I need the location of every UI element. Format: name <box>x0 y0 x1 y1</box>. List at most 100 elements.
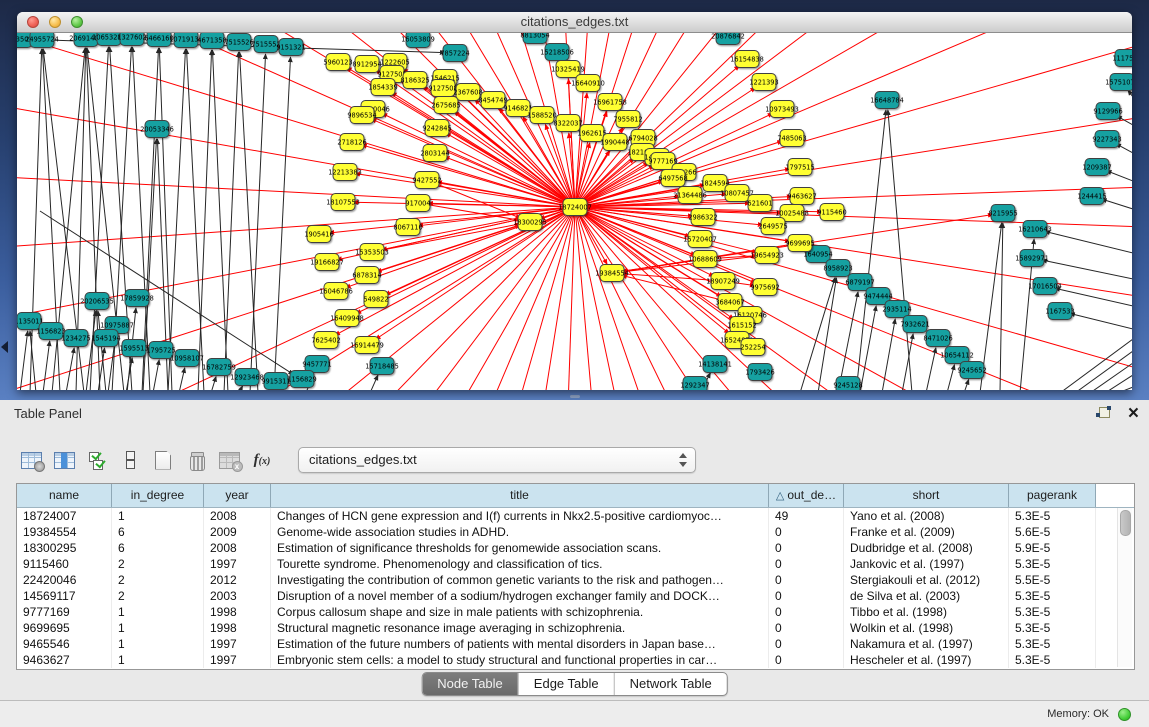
graph-node[interactable]: 2986322 <box>688 209 717 226</box>
table-row[interactable]: 946362711997Embryonic stem cells: a mode… <box>17 652 1134 668</box>
graph-node[interactable]: 9151321 <box>276 39 305 56</box>
network-canvas[interactable]: 1135012495572420691406106532871327602646… <box>17 33 1132 390</box>
graph-node[interactable]: 16961758 <box>593 94 627 111</box>
graph-node[interactable]: 1234275 <box>61 330 90 347</box>
network-view-window[interactable]: citations_edges.txt 11350124955724206914… <box>17 12 1132 390</box>
graph-node[interactable]: 7485063 <box>777 130 806 147</box>
graph-node[interactable]: 1327602 <box>117 33 146 46</box>
graph-node[interactable]: 1615152 <box>727 317 756 334</box>
graph-node[interactable]: 16154838 <box>730 51 764 68</box>
graph-node[interactable]: 621601 <box>747 195 772 212</box>
table-row[interactable]: 1456911722003Disruption of a novel membe… <box>17 588 1134 604</box>
graph-node[interactable]: 7955812 <box>613 111 642 128</box>
graph-node[interactable]: 9975692 <box>750 279 779 296</box>
graph-node[interactable]: 20206535 <box>80 293 114 310</box>
graph-node[interactable]: 16914479 <box>350 337 384 354</box>
graph-node[interactable]: 1545194 <box>91 330 120 347</box>
graph-node[interactable]: 1595513 <box>119 340 148 357</box>
table-row[interactable]: 911546021997Tourette syndrome. Phenomeno… <box>17 556 1134 572</box>
graph-node[interactable]: 2803144 <box>420 145 449 162</box>
graph-node[interactable]: 7515526 <box>224 34 253 51</box>
function-builder-icon[interactable]: f(x) <box>249 446 275 474</box>
graph-node[interactable]: 1156829 <box>287 371 316 388</box>
graph-node[interactable]: 9463627 <box>787 188 816 205</box>
tab-network-table[interactable]: Network Table <box>614 673 727 695</box>
table-scrollbar[interactable] <box>1117 508 1132 667</box>
graph-node[interactable]: 8067110 <box>393 219 422 236</box>
graph-node[interactable]: 4671358 <box>197 33 226 49</box>
graph-node[interactable]: 1797515 <box>785 159 814 176</box>
table-row[interactable]: 977716911998Corpus callosum shape and si… <box>17 604 1134 620</box>
graph-node[interactable]: 1221393 <box>749 74 778 91</box>
graph-node[interactable]: 2935114 <box>882 301 911 318</box>
graph-node[interactable]: 19384554 <box>595 265 629 282</box>
graph-node[interactable]: 17016504 <box>1028 278 1062 295</box>
graph-node[interactable]: 15720407 <box>683 231 717 248</box>
graph-node[interactable]: 7625402 <box>311 332 340 349</box>
table-selector-dropdown[interactable]: citations_edges.txt <box>298 447 696 473</box>
graph-node[interactable]: 24955724 <box>25 33 59 48</box>
graph-node[interactable]: 549822 <box>363 291 388 308</box>
graph-node[interactable]: 1905416 <box>304 226 333 243</box>
minimize-button[interactable] <box>49 16 61 28</box>
column-header-short[interactable]: short <box>844 484 1009 507</box>
hide-panel-arrow-icon[interactable] <box>1 341 8 353</box>
graph-node[interactable]: 9242845 <box>422 120 451 137</box>
graph-node[interactable]: 9115460 <box>817 204 846 221</box>
graph-node[interactable]: 16409948 <box>330 310 364 327</box>
graph-node[interactable]: 16210643 <box>1018 221 1052 238</box>
table-row[interactable]: 2242004622012Investigating the contribut… <box>17 572 1134 588</box>
graph-node[interactable]: 9699695 <box>785 235 814 252</box>
graph-node[interactable]: 9896534 <box>347 107 376 124</box>
graph-node[interactable]: 1244415 <box>1077 188 1106 205</box>
graph-node[interactable]: 15353503 <box>355 244 389 261</box>
graph-node[interactable]: 6497568 <box>658 170 687 187</box>
graph-node[interactable]: 16053809 <box>401 33 435 48</box>
close-button[interactable] <box>27 16 39 28</box>
graph-node[interactable]: 9245128 <box>833 377 862 391</box>
graph-node[interactable]: 18107553 <box>326 194 360 211</box>
new-column-icon[interactable] <box>150 446 176 474</box>
graph-node[interactable]: 9227343 <box>1092 131 1121 148</box>
graph-node[interactable]: 917004 <box>405 195 430 212</box>
graph-node[interactable]: 6878314 <box>352 267 381 284</box>
scrollbar-thumb[interactable] <box>1120 510 1131 536</box>
window-titlebar[interactable]: citations_edges.txt <box>17 12 1132 33</box>
close-panel-icon[interactable]: × <box>1128 402 1139 426</box>
graph-node[interactable]: 10688609 <box>688 251 722 268</box>
graph-node[interactable]: 15751074 <box>1105 74 1132 91</box>
delete-table-icon[interactable]: x <box>216 446 242 474</box>
table-row[interactable]: 1872400712008Changes of HCN gene express… <box>17 508 1134 524</box>
graph-node[interactable]: 16648784 <box>870 92 904 109</box>
graph-node[interactable]: 1990448 <box>600 134 629 151</box>
graph-node[interactable]: 5960123 <box>323 54 352 71</box>
graph-node[interactable]: 9427552 <box>412 172 441 189</box>
graph-hub-node[interactable]: 18724007 <box>558 199 592 216</box>
table-row[interactable]: 946554611997Estimation of the future num… <box>17 636 1134 652</box>
split-pane-handle[interactable] <box>570 395 580 398</box>
graph-node[interactable]: 252254 <box>740 339 765 356</box>
graph-node[interactable]: 20053346 <box>140 121 174 138</box>
graph-node[interactable]: 12923468 <box>230 369 264 386</box>
graph-node[interactable]: 15892971 <box>1015 250 1049 267</box>
graph-node[interactable]: 8471026 <box>923 330 952 347</box>
graph-node[interactable]: 12213383 <box>328 164 362 181</box>
graph-node[interactable]: 7932621 <box>900 316 929 333</box>
graph-node[interactable]: 1588520 <box>527 107 556 124</box>
graph-node[interactable]: 9129966 <box>1093 103 1122 120</box>
graph-node[interactable]: 20876842 <box>711 33 745 45</box>
table-mode-icon[interactable] <box>18 446 44 474</box>
graph-node[interactable]: 2718126 <box>337 134 366 151</box>
graph-node[interactable]: 17859928 <box>120 290 154 307</box>
graph-node[interactable]: 16046786 <box>319 283 353 300</box>
graph-node[interactable]: 21364486 <box>673 187 707 204</box>
row-height-icon[interactable] <box>117 446 143 474</box>
graph-node[interactable]: 10973493 <box>765 101 799 118</box>
graph-node[interactable]: 7857224 <box>440 45 469 62</box>
float-panel-icon[interactable] <box>1096 407 1111 421</box>
column-header-year[interactable]: year <box>204 484 271 507</box>
tab-node-table[interactable]: Node Table <box>422 673 518 695</box>
graph-node[interactable]: 1209387 <box>1082 159 1111 176</box>
table-row[interactable]: 969969511998Structural magnetic resonanc… <box>17 620 1134 636</box>
graph-node[interactable]: 18907249 <box>706 273 740 290</box>
